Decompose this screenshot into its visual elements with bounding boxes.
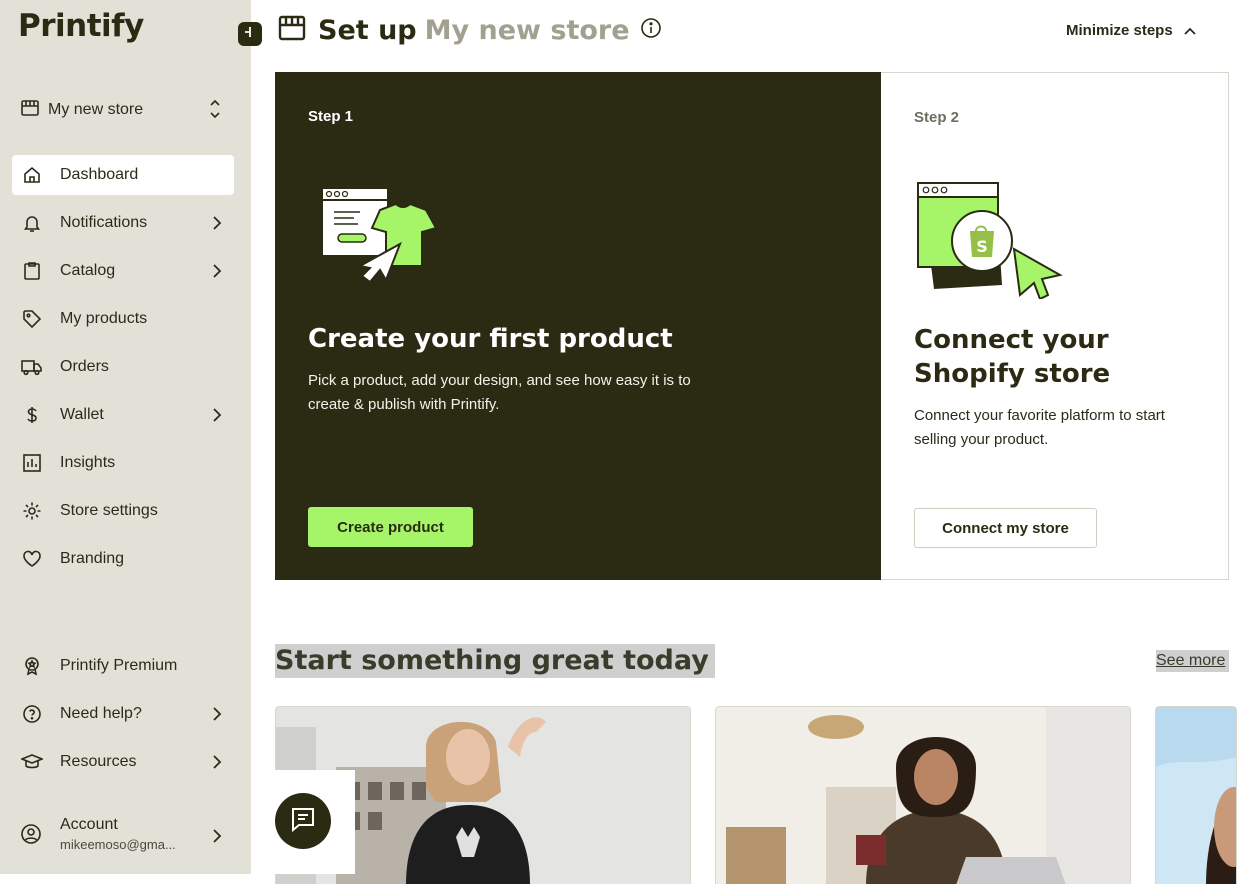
account-menu[interactable]: Account mikeemoso@gma... (12, 810, 234, 860)
sidebar-item-resources[interactable]: Resources (12, 742, 234, 782)
sidebar-item-notifications[interactable]: Notifications (12, 203, 234, 243)
sidebar-item-need-help[interactable]: Need help? (12, 694, 234, 734)
gear-icon (20, 499, 44, 523)
sidebar-item-label: Need help? (60, 705, 142, 722)
help-circle-icon (20, 702, 44, 726)
chevron-right-icon (212, 407, 222, 428)
collapse-icon (243, 25, 257, 44)
step-label: Step 1 (308, 108, 354, 125)
chevron-updown-icon (208, 98, 222, 125)
inspiration-card[interactable] (1155, 706, 1237, 884)
tag-icon (20, 307, 44, 331)
sidebar-item-my-products[interactable]: My products (12, 299, 234, 339)
chevron-right-icon (212, 828, 222, 849)
account-email: mikeemoso@gma... (60, 837, 176, 852)
chevron-right-icon (212, 215, 222, 236)
dollar-icon (20, 403, 44, 427)
storefront-icon (20, 98, 40, 123)
step-2-card: Step 2 S Connect your Shopify store Conn… (881, 72, 1229, 580)
sidebar-item-label: Resources (60, 753, 137, 770)
chevron-right-icon (212, 263, 222, 284)
sidebar-item-label: Dashboard (60, 166, 139, 183)
bell-icon (20, 211, 44, 235)
secondary-nav: Printify Premium Need help? Resources (12, 646, 234, 790)
section-title: Start something great today (275, 644, 715, 678)
minimize-label: Minimize steps (1066, 22, 1173, 39)
sidebar-item-store-settings[interactable]: Store settings (12, 491, 234, 531)
chevron-right-icon (212, 706, 222, 727)
svg-text:S: S (976, 237, 988, 256)
sidebar-item-orders[interactable]: Orders (12, 347, 234, 387)
user-avatar-icon (20, 823, 42, 850)
step-description: Connect your favorite platform to start … (914, 407, 1165, 448)
home-icon (20, 163, 44, 187)
chat-button[interactable] (275, 793, 331, 849)
store-name: My new store (48, 101, 144, 118)
step-heading: Create your first product (308, 324, 673, 354)
chat-icon (289, 805, 317, 838)
see-more-link[interactable]: See more (1156, 650, 1229, 672)
chat-widget (265, 770, 355, 874)
sidebar-item-dashboard[interactable]: Dashboard (12, 155, 234, 195)
step-1-card: Step 1 Create your first product Pick a … (275, 72, 881, 580)
sidebar-item-label: Catalog (60, 262, 116, 279)
inspiration-card[interactable] (715, 706, 1131, 884)
sidebar-item-label: Insights (60, 454, 116, 471)
sidebar-item-wallet[interactable]: Wallet (12, 395, 234, 435)
sidebar-item-label: Printify Premium (60, 657, 178, 674)
sidebar-item-catalog[interactable]: Catalog (12, 251, 234, 291)
step-heading: Connect your Shopify store (914, 325, 1111, 389)
bar-chart-icon (20, 451, 44, 475)
sidebar-item-label: Store settings (60, 502, 158, 519)
collapse-sidebar-button[interactable] (238, 22, 262, 46)
card-image (1156, 707, 1236, 884)
heart-icon (20, 547, 44, 571)
page-title: Set up My new store (278, 14, 662, 47)
sidebar-item-label: Wallet (60, 406, 104, 423)
sidebar-item-label: Notifications (60, 214, 148, 231)
create-product-button[interactable]: Create product (308, 507, 473, 547)
info-icon[interactable] (640, 17, 662, 44)
storefront-icon (278, 14, 306, 47)
account-label: Account (60, 816, 118, 833)
step-description: Pick a product, add your design, and see… (308, 372, 691, 413)
sidebar-item-printify-premium[interactable]: Printify Premium (12, 646, 234, 686)
title-prefix: Set up (318, 15, 417, 46)
sidebar-item-branding[interactable]: Branding (12, 539, 234, 579)
sidebar-item-label: Branding (60, 550, 125, 567)
sidebar: Printify My new store Dashboard Notifica… (0, 0, 251, 874)
clipboard-icon (20, 259, 44, 283)
step-label: Step 2 (914, 109, 960, 126)
title-store-name: My new store (424, 15, 630, 46)
minimize-steps-button[interactable]: Minimize steps (1066, 22, 1197, 39)
sidebar-item-insights[interactable]: Insights (12, 443, 234, 483)
create-product-illustration (308, 180, 448, 297)
chevron-right-icon (212, 754, 222, 775)
main-nav: Dashboard Notifications Catalog My produ… (12, 155, 234, 587)
store-switcher[interactable]: My new store (20, 96, 230, 124)
graduation-cap-icon (20, 750, 44, 774)
sidebar-item-label: My products (60, 310, 148, 327)
truck-icon (20, 355, 44, 379)
sidebar-item-label: Orders (60, 358, 109, 375)
chevron-up-icon (1184, 27, 1196, 35)
printify-logo[interactable]: Printify (18, 8, 144, 44)
connect-my-store-button[interactable]: Connect my store (914, 508, 1097, 548)
card-image (716, 707, 1130, 884)
connect-store-illustration: S (914, 179, 1064, 304)
award-badge-icon (20, 654, 44, 678)
